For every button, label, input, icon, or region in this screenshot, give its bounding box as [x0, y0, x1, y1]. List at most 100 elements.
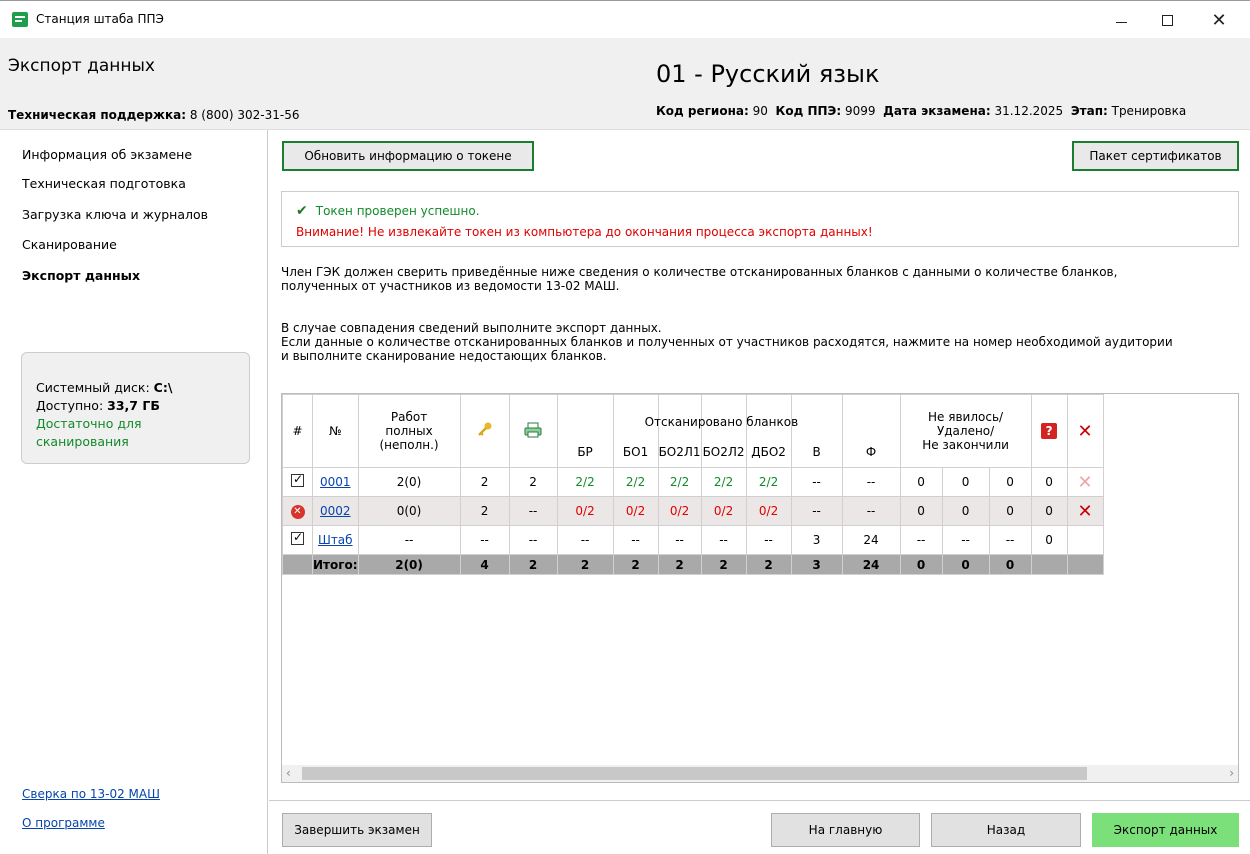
disk-status: Достаточно для сканирования	[36, 416, 142, 449]
cell-question: 0	[1030, 467, 1068, 497]
error-icon: ✕	[290, 505, 305, 519]
checkbox-checked-icon[interactable]	[291, 530, 304, 545]
token-ok-row: ✔ Токен проверен успешно.	[296, 203, 480, 219]
row-checkbox[interactable]	[282, 525, 313, 555]
cell-bo2l1: --	[657, 525, 702, 555]
col-v: В	[790, 394, 843, 468]
delete-icon[interactable]: ✕	[1078, 501, 1093, 522]
window-title: Станция штаба ППЭ	[36, 12, 164, 26]
total-unfinished: 0	[988, 554, 1032, 575]
col-br: БР	[556, 394, 614, 468]
header: Экспорт данных Техническая поддержка: 8 …	[0, 38, 1250, 130]
cell-v: --	[790, 467, 843, 497]
cell-bo1: 0/2	[612, 496, 659, 526]
col-works: Работ полных (неполн.)	[357, 394, 461, 468]
certificates-button[interactable]: Пакет сертификатов	[1072, 141, 1239, 171]
cell-absent: 0	[899, 467, 943, 497]
cell-dbo2: --	[745, 525, 792, 555]
total-row: Итого: 2(0) 4 2 2 2 2 2 2 3 24 0 0 0	[282, 554, 1104, 575]
absent-line-2: Удалено/	[936, 424, 995, 438]
scrollbar-thumb[interactable]	[302, 767, 1087, 780]
about-link[interactable]: О программе	[22, 816, 105, 830]
total-delete	[1066, 554, 1104, 575]
page-title: Экспорт данных	[8, 56, 155, 76]
cell-works: 2(0)	[357, 467, 461, 497]
disk-free-label: Доступно:	[36, 398, 104, 413]
cell-v: --	[790, 496, 843, 526]
back-button[interactable]: Назад	[931, 813, 1081, 847]
sidebar-item-key-upload[interactable]: Загрузка ключа и журналов	[22, 207, 208, 222]
cell-f: --	[841, 496, 901, 526]
cell-prints: --	[508, 496, 558, 526]
export-button[interactable]: Экспорт данных	[1092, 813, 1239, 847]
total-dbo2: 2	[745, 554, 792, 575]
checkbox-checked-icon[interactable]	[291, 472, 304, 487]
close-button[interactable]: ✕	[1196, 1, 1242, 39]
app-icon	[12, 12, 28, 27]
row-num-cell: 0001	[312, 467, 359, 497]
cell-unfinished: --	[988, 525, 1032, 555]
cell-delete: ✕	[1066, 496, 1104, 526]
cell-v: 3	[790, 525, 843, 555]
row-status: ✕	[282, 496, 313, 526]
sidebar-item-exam-info[interactable]: Информация об экзамене	[22, 147, 192, 162]
table-row: ✕ 0002 0(0) 2 -- 0/2 0/2 0/2 0/2 0/2 -- …	[282, 496, 1104, 526]
col-delete: ✕	[1066, 394, 1104, 468]
col-num: №	[312, 394, 359, 468]
cell-dbo2: 2/2	[745, 467, 792, 497]
cell-f: 24	[841, 525, 901, 555]
sidebar-item-tech-prep[interactable]: Техническая подготовка	[22, 176, 186, 191]
horizontal-scrollbar[interactable]: ‹ ›	[282, 765, 1238, 782]
room-link[interactable]: 0002	[320, 504, 351, 518]
home-button[interactable]: На главную	[771, 813, 920, 847]
cell-delete: ✕	[1066, 467, 1104, 497]
disk-system-value: C:\	[153, 380, 173, 395]
col-hash: #	[282, 394, 313, 468]
info-line-3: В случае совпадения сведений выполните э…	[281, 321, 662, 335]
audience-table: # № Работ полных (неполн.) БР БО1 Отскан…	[281, 393, 1239, 783]
cell-bo2l1: 0/2	[657, 496, 702, 526]
info-line-4: Если данные о количестве отсканированных…	[281, 335, 1173, 349]
absent-line-3: Не закончили	[922, 438, 1009, 452]
scanned-group-title: Отсканировано бланков	[644, 415, 799, 429]
table-row: Штаб -- -- -- -- -- -- -- -- 3 24 -- -- …	[282, 525, 1104, 555]
cell-unfinished: 0	[988, 467, 1032, 497]
cell-works: --	[357, 525, 461, 555]
cell-bo1: --	[612, 525, 659, 555]
cell-removed: 0	[941, 496, 990, 526]
check-icon: ✔	[296, 203, 308, 219]
total-bo1: 2	[612, 554, 659, 575]
row-checkbox[interactable]	[282, 467, 313, 497]
maximize-button[interactable]	[1144, 1, 1190, 39]
finish-exam-button[interactable]: Завершить экзамен	[282, 813, 432, 847]
token-warning-text: Внимание! Не извлекайте токен из компьют…	[296, 225, 873, 239]
minimize-button[interactable]	[1098, 1, 1144, 39]
info-line-1: Член ГЭК должен сверить приведённые ниже…	[281, 265, 1118, 279]
refresh-token-button[interactable]: Обновить информацию о токене	[282, 141, 534, 171]
sidebar-item-export[interactable]: Экспорт данных	[22, 268, 140, 283]
total-label: Итого:	[312, 554, 359, 575]
date-label: Дата экзамена:	[883, 104, 991, 118]
col-absent: Не явилось/ Удалено/ Не закончили	[899, 394, 1032, 468]
total-f: 24	[841, 554, 901, 575]
reconcile-link[interactable]: Сверка по 13-02 МАШ	[22, 787, 160, 801]
cell-br: 0/2	[556, 496, 614, 526]
absent-line-1: Не явилось/	[928, 410, 1004, 424]
room-link[interactable]: 0001	[320, 475, 351, 489]
col-bo1: БО1	[612, 394, 659, 468]
region-value: 90	[752, 104, 768, 118]
col-f: Ф	[841, 394, 901, 468]
scroll-right-icon[interactable]: ›	[1229, 766, 1234, 780]
delete-disabled-icon: ✕	[1077, 471, 1093, 493]
row-num-cell: 0002	[312, 496, 359, 526]
key-icon	[477, 422, 492, 436]
scroll-left-icon[interactable]: ‹	[286, 766, 291, 780]
col-question: ?	[1030, 394, 1068, 468]
ppe-value: 9099	[844, 104, 876, 118]
disk-info-panel: Системный диск: C:\ Доступно: 33,7 ГБ До…	[21, 352, 250, 464]
token-status-panel: ✔ Токен проверен успешно. Внимание! Не из…	[281, 191, 1239, 247]
sidebar-item-scanning[interactable]: Сканирование	[22, 237, 117, 252]
region-label: Код региона:	[656, 104, 749, 118]
hq-link[interactable]: Штаб	[318, 533, 353, 547]
cell-question: 0	[1030, 496, 1068, 526]
